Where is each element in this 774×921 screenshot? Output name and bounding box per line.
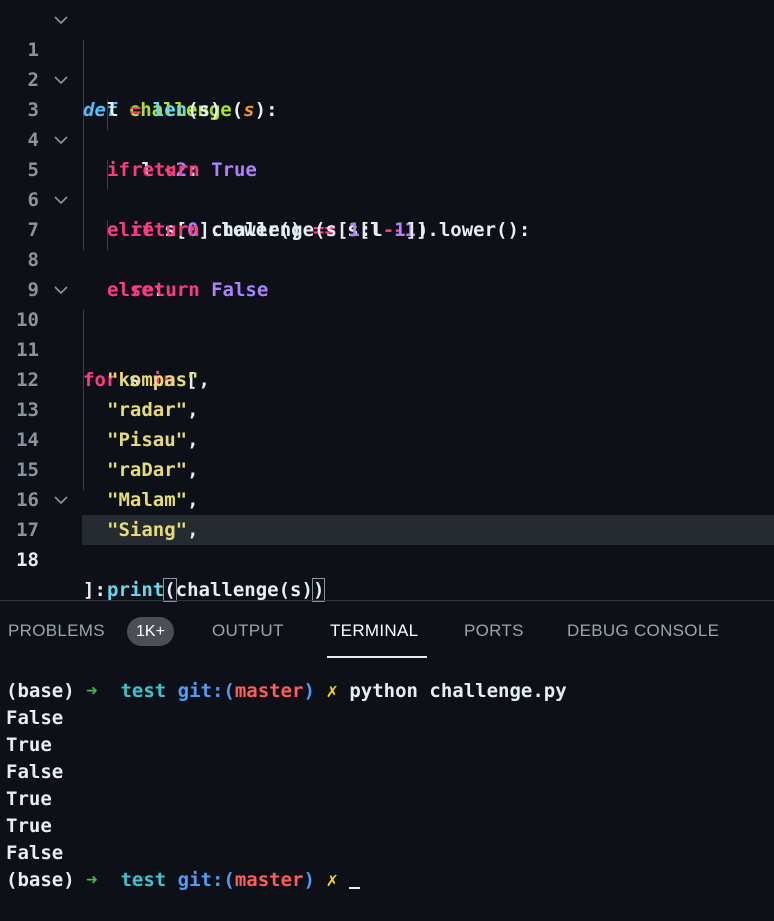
code-line[interactable]: 7 else: [0, 185, 774, 301]
code-line[interactable]: 13 "Pisau", [0, 365, 774, 451]
problems-count-badge: 1K+ [127, 617, 174, 646]
bracket-match-close: ) [311, 578, 326, 602]
code-line[interactable]: 14 "raDar", [0, 395, 774, 481]
chevron-down-icon[interactable] [54, 485, 68, 515]
tab-output[interactable]: OUTPUT [212, 621, 284, 641]
code-line-current[interactable]: 18 print(challenge(s)) [0, 515, 774, 602]
code-line[interactable]: 8 return False [0, 215, 774, 301]
code-editor[interactable]: 1 def challenge(s): 2 l = len(s) 3 if l … [0, 5, 774, 602]
bracket-match-open: ( [163, 578, 177, 602]
tab-problems[interactable]: PROBLEMS [8, 621, 105, 641]
tab-ports[interactable]: PORTS [464, 621, 524, 641]
terminal-output-line: True [6, 734, 52, 756]
terminal-prompt-line[interactable]: (base) ➜ test git:(master) ✗ [6, 867, 567, 894]
code-line[interactable]: 1 def challenge(s): [0, 5, 774, 121]
terminal-command: python challenge.py [349, 680, 567, 702]
chevron-down-icon[interactable] [54, 185, 68, 215]
terminal-output-line: False [6, 707, 64, 729]
code-line[interactable]: 9 [0, 245, 774, 301]
code-line[interactable]: 16 "Siang", [0, 455, 774, 541]
code-line[interactable]: 10 for s in [ [0, 275, 774, 391]
dirty-icon: ✗ [326, 869, 338, 891]
code-line[interactable]: 12 "radar", [0, 335, 774, 421]
terminal[interactable]: (base) ➜ test git:(master) ✗ python chal… [6, 678, 567, 894]
tab-terminal[interactable]: TERMINAL [330, 621, 418, 641]
arrow-icon: ➜ [86, 869, 98, 891]
chevron-down-icon[interactable] [54, 5, 68, 35]
code-line[interactable]: 4 return True [0, 95, 774, 181]
chevron-down-icon[interactable] [54, 65, 68, 95]
terminal-cursor [349, 887, 361, 889]
code-line[interactable]: 11 "kompas", [0, 305, 774, 391]
code-line[interactable]: 6 return challenge(s[1:l-1]) [0, 155, 774, 241]
chevron-down-icon[interactable] [54, 275, 68, 305]
chevron-down-icon[interactable] [54, 125, 68, 155]
terminal-prompt-line: (base) ➜ test git:(master) ✗ python chal… [6, 680, 567, 702]
code-line[interactable]: 15 "Malam", [0, 425, 774, 511]
terminal-output-line: False [6, 761, 64, 783]
line-number: 18 [16, 549, 39, 571]
code-line[interactable]: 17 ]: [0, 485, 774, 601]
arrow-icon: ➜ [86, 680, 98, 702]
terminal-output-line: True [6, 815, 52, 837]
terminal-output-line: False [6, 842, 64, 864]
dirty-icon: ✗ [326, 680, 338, 702]
code-line[interactable]: 3 if l <2: [0, 65, 774, 181]
code-line[interactable]: 2 l = len(s) [0, 35, 774, 121]
terminal-output-line: True [6, 788, 52, 810]
tab-debug-console[interactable]: DEBUG CONSOLE [567, 621, 719, 641]
code-line[interactable]: 5 elif s[0].lower() == s[l -1].lower(): [0, 125, 774, 241]
bottom-panel: PROBLEMS 1K+ OUTPUT TERMINAL PORTS DEBUG… [0, 600, 774, 921]
panel-tabs: PROBLEMS 1K+ OUTPUT TERMINAL PORTS DEBUG… [0, 601, 774, 659]
active-tab-indicator [327, 656, 427, 658]
